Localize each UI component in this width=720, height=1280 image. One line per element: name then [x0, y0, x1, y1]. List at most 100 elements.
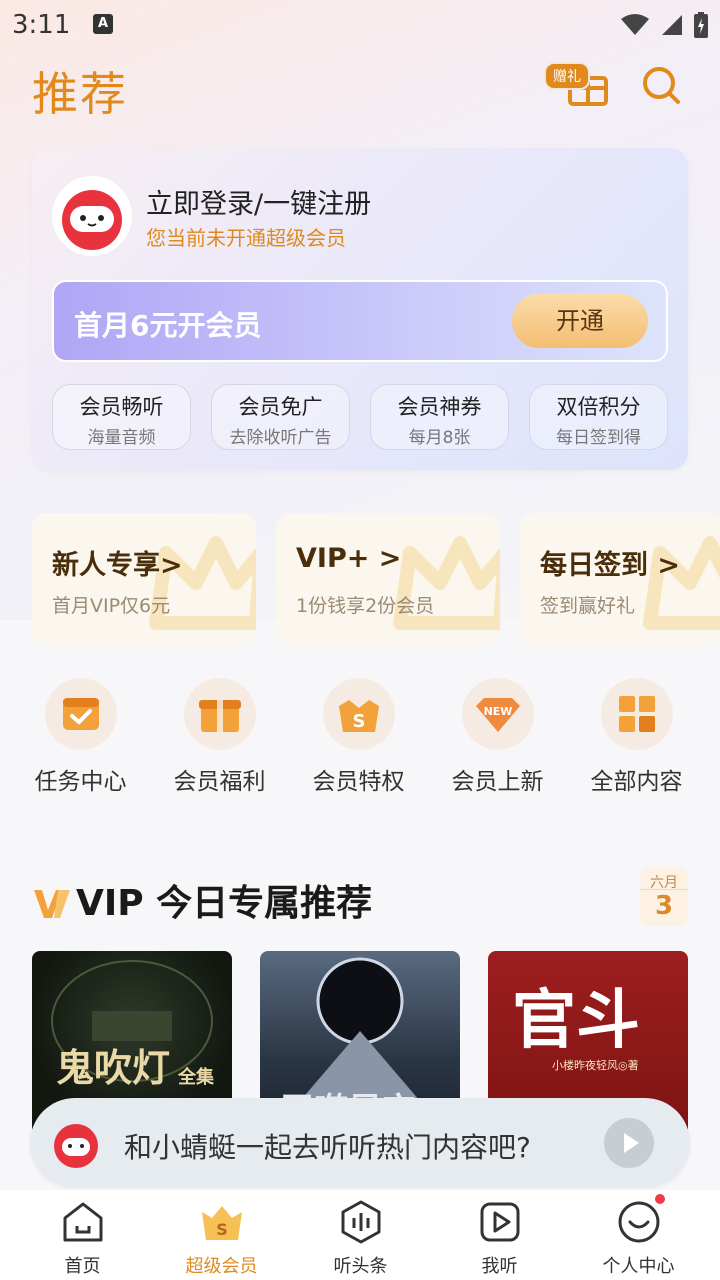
promo-card-vip-plus[interactable]: VIP+ > 1份钱享2份会员	[276, 513, 500, 645]
gift-badge: 赠礼	[544, 62, 590, 90]
nav-label: 我听	[481, 1256, 518, 1277]
grid-icon	[618, 696, 655, 732]
promo-card-daily-checkin[interactable]: 每日签到 > 签到赢好礼	[520, 513, 720, 645]
login-title[interactable]: 立即登录/一键注册	[146, 182, 371, 221]
nav-icon-wrap	[59, 1198, 107, 1246]
nav-my-listening[interactable]: 我听	[430, 1190, 569, 1280]
avatar[interactable]	[52, 176, 132, 256]
membership-offer-bar[interactable]: 首月6元开会员 开通	[52, 280, 668, 362]
nav-home[interactable]: 首页	[13, 1190, 152, 1280]
search-button[interactable]	[640, 64, 682, 106]
mascot-icon	[54, 1124, 98, 1168]
page-title: 推荐	[32, 67, 128, 121]
privilege-crown-icon: S	[338, 700, 379, 732]
quick-entry-member-welfare[interactable]: 会员福利	[150, 678, 289, 796]
play-button[interactable]	[604, 1118, 654, 1168]
nav-headlines[interactable]: 听头条	[291, 1190, 430, 1280]
nav-label: 个人中心	[602, 1256, 675, 1277]
crown-decoration-icon	[149, 536, 256, 630]
svg-text:S: S	[352, 711, 365, 732]
headline-audio-icon	[341, 1200, 380, 1244]
profile-smile-icon	[618, 1201, 659, 1243]
signal-icon	[662, 15, 682, 35]
icon-bg: S	[322, 678, 395, 750]
promo-title: VIP+ >	[296, 543, 402, 574]
input-method-icon: A	[93, 14, 113, 34]
book-cover-title: 官斗	[512, 983, 640, 1058]
perk-item[interactable]: 双倍积分 每日签到得	[529, 384, 668, 450]
perk-subtitle: 去除收听广告	[229, 428, 332, 448]
open-membership-button[interactable]: 开通	[512, 294, 648, 348]
perk-subtitle: 每日签到得	[556, 428, 641, 448]
icon-bg	[44, 678, 117, 750]
task-calendar-icon	[62, 698, 99, 730]
perk-list: 会员畅听 海量音频 会员免广 去除收听广告 会员神券 每月8张 双倍积分 每日签…	[52, 384, 668, 450]
vip-recommend-header: VIP 今日专属推荐 六月 3	[32, 868, 688, 930]
svg-text:S: S	[216, 1220, 228, 1239]
bottom-navigation: 首页 S 超级会员 听头条 我听 个人中心	[0, 1190, 720, 1280]
nav-icon-wrap	[615, 1192, 667, 1246]
perk-title: 会员神券	[397, 395, 482, 419]
promo-card-newcomer[interactable]: 新人专享> 首月VIP仅6元	[32, 513, 256, 645]
section-title: VIP 今日专属推荐	[76, 883, 373, 924]
perk-subtitle: 每月8张	[408, 428, 471, 448]
crown-decoration-icon	[393, 536, 500, 630]
nav-label: 超级会员	[185, 1256, 258, 1277]
icon-bg	[600, 678, 673, 750]
quick-entry-label: 全部内容	[590, 769, 683, 795]
nav-icon-wrap	[337, 1198, 385, 1246]
promo-row: 新人专享> 首月VIP仅6元 VIP+ > 1份钱享2份会员 每日签到 > 签到…	[32, 513, 720, 645]
calendar-month: 六月	[640, 868, 688, 891]
nav-label: 听头条	[333, 1256, 388, 1277]
notification-dot	[652, 1192, 667, 1206]
perk-item[interactable]: 会员神券 每月8张	[370, 384, 509, 450]
wifi-icon	[621, 14, 649, 35]
quick-entry-grid: 任务中心 会员福利 S 会员特权 NEW 会员上新 全部内容	[0, 678, 720, 796]
nav-icon-wrap: S	[198, 1198, 246, 1246]
perk-title: 双倍积分	[556, 395, 641, 419]
quick-entry-member-privilege[interactable]: S 会员特权	[289, 678, 428, 796]
member-card: 立即登录/一键注册 您当前未开通超级会员 首月6元开会员 开通 会员畅听 海量音…	[32, 148, 688, 470]
floating-recommend-banner[interactable]: 和小蜻蜓一起去听听热门内容吧?	[30, 1098, 690, 1188]
quick-entry-member-new[interactable]: NEW 会员上新	[428, 678, 567, 796]
play-square-icon	[480, 1202, 519, 1242]
offer-text: 首月6元开会员	[74, 309, 262, 342]
quick-entry-label: 会员福利	[173, 769, 266, 795]
perk-title: 会员免广	[238, 395, 323, 419]
nav-icon-wrap	[476, 1198, 524, 1246]
promo-title: 每日签到 >	[540, 550, 681, 581]
promo-subtitle: 1份钱享2份会员	[296, 595, 435, 617]
gift-box-icon	[198, 700, 241, 732]
quick-entry-task-center[interactable]: 任务中心	[11, 678, 150, 796]
membership-status: 您当前未开通超级会员	[146, 226, 346, 250]
status-time: 3:11	[12, 10, 71, 40]
mascot-avatar-icon	[62, 190, 122, 250]
promo-title: 新人专享>	[52, 550, 183, 581]
play-icon	[624, 1133, 639, 1153]
banner-text: 和小蜻蜓一起去听听热门内容吧?	[124, 1131, 531, 1164]
promo-subtitle: 首月VIP仅6元	[52, 595, 171, 617]
icon-bg	[183, 678, 256, 750]
vip-crown-icon: S	[201, 1206, 242, 1240]
svg-text:NEW: NEW	[483, 705, 512, 718]
quick-entry-label: 会员特权	[312, 769, 405, 795]
quick-entry-all-content[interactable]: 全部内容	[567, 678, 706, 796]
perk-title: 会员畅听	[79, 395, 164, 419]
search-icon	[643, 67, 680, 104]
quick-entry-label: 任务中心	[34, 769, 127, 795]
icon-bg: NEW	[461, 678, 534, 750]
gift-button[interactable]: 赠礼	[544, 62, 608, 108]
perk-item[interactable]: 会员畅听 海量音频	[52, 384, 191, 450]
perk-subtitle: 海量音频	[87, 428, 156, 448]
book-cover-title: 鬼吹灯	[56, 1045, 171, 1090]
nav-profile[interactable]: 个人中心	[569, 1190, 708, 1280]
vip-logo-icon	[34, 890, 70, 918]
quick-entry-label: 会员上新	[451, 769, 544, 795]
perk-item[interactable]: 会员免广 去除收听广告	[211, 384, 350, 450]
nav-label: 首页	[64, 1256, 101, 1277]
nav-super-vip[interactable]: S 超级会员	[152, 1190, 291, 1280]
status-bar: 3:11 A	[0, 0, 720, 50]
book-cover-author: 小楼昨夜轻风◎著	[552, 1059, 639, 1072]
calendar-day: 3	[654, 891, 674, 921]
date-calendar-badge: 六月 3	[640, 868, 688, 926]
